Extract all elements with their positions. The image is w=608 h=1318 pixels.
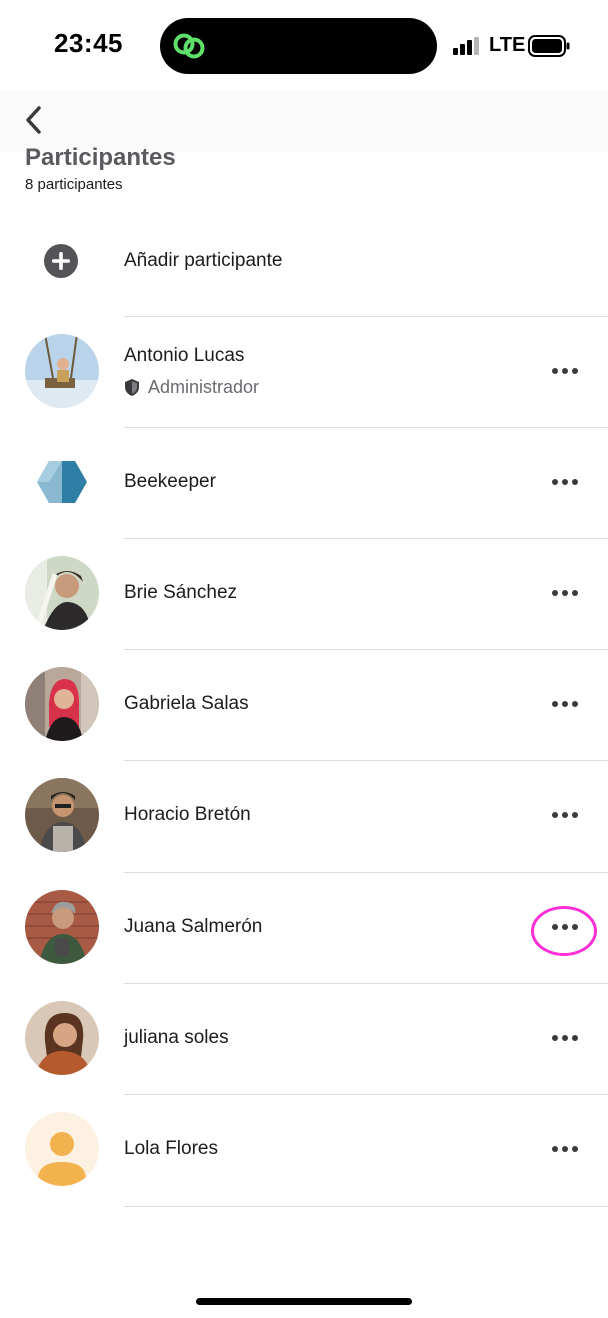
participant-row[interactable]: Horacio Bretón [0, 760, 608, 871]
participant-name: Horacio Bretón [124, 804, 251, 825]
more-options-button[interactable] [536, 689, 592, 719]
network-type: LTE [489, 34, 526, 56]
avatar [25, 1112, 99, 1186]
participant-name: Juana Salmerón [124, 916, 263, 937]
participant-name: Gabriela Salas [124, 693, 249, 714]
more-options-button[interactable] [536, 1134, 592, 1164]
avatar [25, 334, 99, 408]
participant-role: Administrador [124, 377, 259, 398]
participant-name: Lola Flores [124, 1138, 218, 1159]
status-time: 23:45 [54, 28, 123, 58]
more-options-button[interactable] [536, 1023, 592, 1053]
avatar [25, 1001, 99, 1075]
participant-row[interactable]: Lola Flores [0, 1094, 608, 1205]
participant-name: juliana soles [124, 1027, 229, 1048]
participant-row[interactable]: Brie Sánchez [0, 538, 608, 649]
divider [124, 1206, 608, 1207]
beekeeper-logo-icon [25, 445, 99, 519]
chevron-left-icon [26, 106, 41, 134]
more-options-button[interactable] [536, 356, 592, 386]
more-icon [552, 368, 578, 374]
participant-name: Antonio Lucas [124, 345, 245, 366]
more-icon [552, 701, 578, 707]
dynamic-island [160, 18, 437, 74]
more-icon [552, 479, 578, 485]
add-participant-label: Añadir participante [124, 250, 283, 271]
more-options-button[interactable] [536, 467, 592, 497]
avatar [25, 890, 99, 964]
cellular-signal-icon [453, 37, 479, 55]
default-person-icon [25, 1112, 99, 1186]
more-icon [552, 590, 578, 596]
participant-count: 8 participantes [25, 176, 123, 193]
participant-name: Brie Sánchez [124, 582, 238, 603]
avatar [25, 445, 99, 519]
participant-row[interactable]: Gabriela Salas [0, 649, 608, 760]
app-link-icon [173, 33, 205, 59]
participant-row[interactable]: juliana soles [0, 983, 608, 1094]
participant-row[interactable]: Juana Salmerón [0, 872, 608, 983]
participant-row[interactable]: Antonio Lucas Administrador [0, 316, 608, 427]
avatar [25, 778, 99, 852]
plus-circle-icon [44, 244, 78, 278]
more-options-button[interactable] [536, 578, 592, 608]
more-icon [552, 1146, 578, 1152]
more-icon [552, 812, 578, 818]
participant-name: Beekeeper [124, 471, 216, 492]
more-options-button[interactable] [536, 800, 592, 830]
add-participant-button[interactable]: Añadir participante [0, 206, 608, 317]
avatar [25, 556, 99, 630]
status-bar: 23:45 LTE [0, 0, 608, 90]
more-icon [552, 1035, 578, 1041]
battery-icon [528, 35, 570, 57]
shield-icon [125, 379, 139, 396]
navigation-bar [0, 90, 608, 152]
avatar [25, 667, 99, 741]
page-title: Participantes [25, 144, 176, 171]
home-indicator[interactable] [196, 1298, 412, 1305]
highlight-circle [531, 906, 597, 956]
back-button[interactable] [14, 98, 54, 142]
participant-row[interactable]: Beekeeper [0, 427, 608, 538]
role-label: Administrador [148, 377, 260, 397]
